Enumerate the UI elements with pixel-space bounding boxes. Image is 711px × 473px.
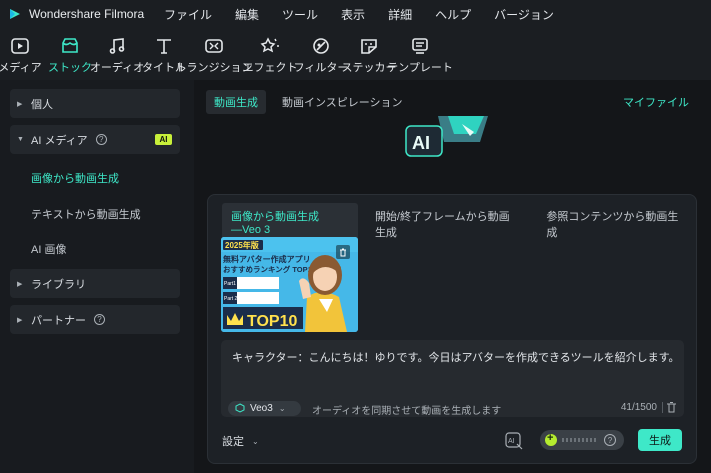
expand-arrow-icon: ▶	[17, 280, 23, 288]
help-icon[interactable]: ?	[95, 134, 107, 145]
title-bar: Wondershare Filmora ファイル 編集 ツール 表示 詳細 ヘル…	[0, 0, 711, 28]
divider	[662, 402, 663, 413]
help-icon[interactable]: ?	[94, 314, 105, 325]
delete-image-icon[interactable]	[336, 245, 350, 259]
add-credits-icon[interactable]	[545, 432, 557, 446]
sidebar-item-text-to-video[interactable]: テキストから動画生成	[31, 206, 141, 222]
tool-media[interactable]: メディア	[0, 28, 42, 80]
media-icon	[9, 36, 31, 56]
app-name: Wondershare Filmora	[29, 7, 145, 21]
template-icon	[409, 36, 431, 56]
stock-icon	[59, 36, 81, 56]
tool-transitions[interactable]: トランジション	[176, 28, 253, 80]
main-toolbar: メディア ストック オーディオ タイトル トランジション エフェクト フィルター…	[0, 28, 711, 80]
tool-effects[interactable]: エフェクト	[243, 28, 298, 80]
filter-icon	[310, 36, 332, 56]
section-partner[interactable]: ▶ パートナー ?	[10, 305, 180, 334]
menu-tools[interactable]: ツール	[282, 6, 318, 23]
menu-view[interactable]: 表示	[341, 6, 365, 23]
main-content: 動画生成 動画インスピレーション マイファイル AI 画像から動画生成―Veo …	[195, 80, 711, 473]
expand-arrow-icon: ▶	[17, 316, 23, 324]
tab-start-end-frame[interactable]: 開始/終了フレームから動画生成	[366, 203, 529, 245]
tool-stickers[interactable]: ステッカー	[342, 28, 397, 80]
my-files-link[interactable]: マイファイル	[623, 94, 689, 110]
tab-reference-content[interactable]: 参照コンテンツから動画生成	[537, 203, 688, 245]
audio-sync-hint: オーディオを同期させて動画を生成します	[312, 406, 502, 417]
svg-text:AI: AI	[508, 438, 515, 445]
sidebar-item-image-to-video[interactable]: 画像から動画生成	[31, 170, 119, 186]
transition-icon	[203, 36, 225, 56]
veo-model-icon	[235, 402, 245, 416]
menu-version[interactable]: バージョン	[494, 6, 554, 23]
sticker-icon	[358, 36, 380, 56]
uploaded-image-thumbnail[interactable]: 2025年版 無料アバター作成アプリ おすすめランキング TOP10 Part1…	[221, 237, 358, 332]
prompt-textarea[interactable]: キャラクター：こんにちは！ゆりです。今日はアバターを作成できるツールを紹介します…	[221, 340, 684, 417]
credits-indicator[interactable]: ?	[540, 430, 624, 450]
title-text-icon	[153, 36, 175, 56]
character-count: 41/1500	[620, 402, 657, 413]
top-tabs: 動画生成 動画インスピレーション	[206, 90, 419, 114]
tab-video-generation[interactable]: 動画生成	[206, 90, 266, 114]
settings-dropdown[interactable]: 設定 ⌄	[222, 433, 259, 449]
generate-button[interactable]: 生成	[638, 429, 682, 451]
svg-text:Part1: Part1	[224, 281, 236, 287]
section-ai-media[interactable]: ▼ AI メディア ? AI	[10, 125, 180, 154]
ai-prompt-enhance-icon[interactable]: AI	[504, 431, 524, 454]
clear-prompt-icon[interactable]	[666, 401, 677, 416]
sidebar-item-ai-image[interactable]: AI 画像	[31, 241, 66, 257]
menu-bar: ファイル 編集 ツール 表示 詳細 ヘルプ バージョン	[164, 6, 577, 23]
model-selector[interactable]: Veo3 ⌄	[228, 401, 301, 416]
left-panel: ▶ 個人 ▼ AI メディア ? AI 画像から動画生成 テキストから動画生成 …	[0, 80, 194, 473]
effects-icon	[259, 36, 281, 56]
chevron-down-icon: ⌄	[278, 404, 286, 413]
svg-text:無料アバター作成アプリ: 無料アバター作成アプリ	[223, 254, 311, 264]
menu-help[interactable]: ヘルプ	[435, 6, 471, 23]
ai-badge: AI	[155, 134, 172, 145]
tool-audio[interactable]: オーディオ	[90, 28, 144, 80]
prompt-text[interactable]: キャラクター：こんにちは！ゆりです。今日はアバターを作成できるツールを紹介します…	[232, 349, 679, 365]
tool-templates[interactable]: テンプレート	[387, 28, 453, 80]
svg-text:TOP10: TOP10	[247, 313, 298, 330]
section-library[interactable]: ▶ ライブラリ	[10, 269, 180, 298]
tab-video-inspiration[interactable]: 動画インスピレーション	[274, 90, 411, 114]
help-icon[interactable]: ?	[604, 434, 616, 446]
menu-edit[interactable]: 編集	[235, 6, 259, 23]
expand-arrow-icon: ▶	[17, 100, 23, 108]
svg-text:2025年版: 2025年版	[225, 240, 259, 250]
section-personal[interactable]: ▶ 個人	[10, 89, 180, 118]
svg-text:AI: AI	[412, 133, 430, 153]
svg-text:Part 2: Part 2	[224, 296, 238, 302]
generation-card: 画像から動画生成―Veo 3 開始/終了フレームから動画生成 参照コンテンツから…	[207, 194, 697, 464]
menu-file[interactable]: ファイル	[164, 6, 212, 23]
tool-stock[interactable]: ストック	[48, 28, 92, 80]
credits-value-hidden	[562, 438, 596, 442]
music-note-icon	[106, 36, 128, 56]
collapse-arrow-icon: ▼	[17, 136, 24, 143]
tool-filters[interactable]: フィルター	[294, 28, 348, 80]
chevron-down-icon: ⌄	[252, 436, 259, 446]
menu-advanced[interactable]: 詳細	[388, 6, 412, 23]
svg-text:おすすめランキング TOP10: おすすめランキング TOP10	[223, 264, 316, 274]
ai-illustration: AI	[404, 112, 494, 163]
filmora-logo-icon	[8, 7, 22, 21]
